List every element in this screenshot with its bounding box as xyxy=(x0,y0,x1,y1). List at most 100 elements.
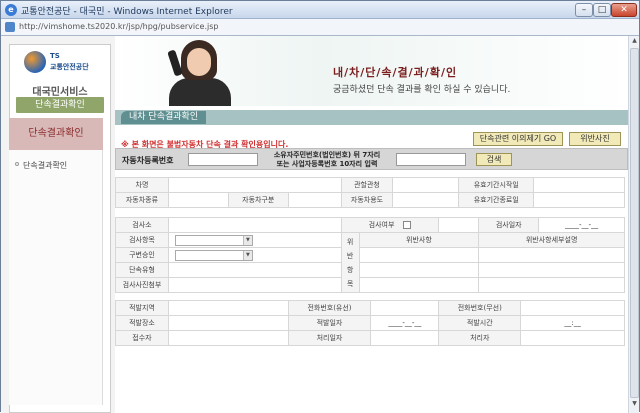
receiver-value xyxy=(167,330,289,346)
submenu-header: 단속결과확인 xyxy=(9,118,103,150)
scroll-thumb[interactable] xyxy=(630,48,639,398)
table-row: 단속유형 xyxy=(115,262,625,278)
service-title: 대국민서비스 xyxy=(32,87,88,98)
title-bar: e 교통안전공단 - 대국민 - Windows Internet Explor… xyxy=(1,1,639,19)
processor-label: 처리자 xyxy=(438,330,522,346)
enforcement-type-value xyxy=(167,262,342,278)
enforce-date-value: ____-__-__ xyxy=(370,315,440,331)
window-title: 교통안전공단 - 대국민 - Windows Internet Explorer xyxy=(21,7,233,17)
table-row: 적발장소 적발일자 ____-__-__ 적발시간 __:__ xyxy=(115,315,625,331)
table-row: 구변승인 ▼ xyxy=(115,247,625,263)
enforcement-type-label: 단속유형 xyxy=(115,262,169,278)
vertical-scrollbar[interactable]: ▲ ▼ xyxy=(628,36,639,413)
office-label: 관할관청 xyxy=(340,177,394,193)
url-text[interactable]: http://vimshome.ts2020.kr/jsp/hpg/pubser… xyxy=(19,22,218,31)
vehicle-class-value xyxy=(287,192,342,208)
menu-button[interactable]: 단속결과확인 xyxy=(16,97,104,113)
inspection-date-label: 검사일자 xyxy=(478,217,540,233)
scroll-up-icon[interactable]: ▲ xyxy=(630,37,639,47)
logo[interactable]: TS 교통안전공단 xyxy=(24,51,104,79)
vehicle-name-value xyxy=(167,177,342,193)
vehicle-use-value xyxy=(392,192,460,208)
vehicle-use-label: 자동차용도 xyxy=(340,192,394,208)
approval-select[interactable]: ▼ xyxy=(174,249,253,261)
vehicle-class-label: 자동차구분 xyxy=(227,192,289,208)
violation-side-char: 위 xyxy=(346,237,354,246)
inspected-checkbox[interactable] xyxy=(403,221,412,229)
inspection-date-value: ____-__-__ xyxy=(538,217,625,233)
search-button[interactable]: 검색 xyxy=(476,153,512,166)
violation-side-char: 목 xyxy=(346,279,354,288)
logo-ts-text: TS xyxy=(50,52,60,60)
table-row: 적발지역 전화번호(유선) 전화번호(무선) xyxy=(115,300,625,316)
violation-detail-cell xyxy=(478,262,625,278)
scroll-down-icon[interactable]: ▼ xyxy=(630,400,639,410)
photo-attach-value xyxy=(167,277,342,293)
violation-cell xyxy=(358,277,480,293)
valid-start-value xyxy=(533,177,625,193)
violation-detail-column-header: 위반사항세부설명 xyxy=(478,232,625,248)
vehicle-name-label: 차명 xyxy=(115,177,169,193)
owner-id-label-2: 또는 사업자등록번호 10자리 입력 xyxy=(276,160,378,168)
station-label: 검사소 xyxy=(115,217,169,233)
receiver-label: 접수자 xyxy=(115,330,169,346)
address-bar[interactable]: http://vimshome.ts2020.kr/jsp/hpg/pubser… xyxy=(1,19,639,36)
enforce-date-label: 적발일자 xyxy=(287,315,372,331)
inspected-label: 검사여부 xyxy=(368,221,395,229)
empty-cell xyxy=(438,217,480,233)
table-row: 검사소 검사여부 검사일자 ____-__-__ xyxy=(115,217,625,233)
processor-value xyxy=(520,330,625,346)
violation-side-char: 반 xyxy=(346,251,354,260)
table-row: 차명 관할관청 유효기간시작일 xyxy=(115,177,625,193)
photo-attach-label: 검사사진첨부 xyxy=(115,277,169,293)
approval-label: 구변승인 xyxy=(115,247,169,263)
regno-input[interactable] xyxy=(188,153,258,166)
operator-photo xyxy=(165,40,235,106)
process-date-value xyxy=(370,330,440,346)
page-viewport: TS 교통안전공단 대국민서비스 단속결과확인 단속결과확인 단속결과확인 내/… xyxy=(1,36,628,413)
maximize-button[interactable]: □ xyxy=(593,3,611,17)
vehicle-type-label: 자동차종류 xyxy=(115,192,169,208)
violation-cell xyxy=(358,262,480,278)
chevron-down-icon: ▼ xyxy=(242,235,252,245)
violation-side-label: 위 반 항 목 xyxy=(340,232,360,293)
inspected-cell: 검사여부 xyxy=(340,217,440,233)
objection-button[interactable]: 단속관련 이의제기 GO xyxy=(473,132,563,146)
enforce-time-value: __:__ xyxy=(520,315,625,331)
hero-banner: 내/차/단/속/결/과/확/인 궁금하셨던 단속 결과를 확인 하실 수 있습니… xyxy=(115,36,628,106)
owner-id-input[interactable] xyxy=(396,153,466,166)
violation-detail-cell xyxy=(478,247,625,263)
submenu-item[interactable]: 단속결과확인 xyxy=(23,160,67,171)
page-icon xyxy=(5,22,15,32)
violation-detail-cell xyxy=(478,277,625,293)
section-bar: 내차 단속결과확인 xyxy=(115,110,628,125)
valid-end-value xyxy=(533,192,625,208)
violation-photo-button[interactable]: 위반사진 xyxy=(569,132,621,146)
item-label: 검사항목 xyxy=(115,232,169,248)
table-row: 자동차종류 자동차구분 자동차용도 유효기간종료일 xyxy=(115,192,625,208)
phone-mobile-label: 전화번호(무선) xyxy=(438,300,522,316)
enforcement-place-table: 적발지역 전화번호(유선) 전화번호(무선) 적발장소 적발일자 ____-__… xyxy=(115,300,625,346)
phone-wire-value xyxy=(370,300,440,316)
violation-side-char: 항 xyxy=(346,265,354,274)
minimize-button[interactable]: – xyxy=(575,3,593,17)
main-content: 내/차/단/속/결/과/확/인 궁금하셨던 단속 결과를 확인 하실 수 있습니… xyxy=(115,36,628,413)
item-select[interactable]: ▼ xyxy=(174,234,253,246)
valid-start-label: 유효기간시작일 xyxy=(458,177,535,193)
office-value xyxy=(392,177,460,193)
vehicle-type-value xyxy=(167,192,229,208)
close-button[interactable]: ✕ xyxy=(611,3,637,17)
enforce-time-label: 적발시간 xyxy=(438,315,522,331)
table-row: 검사사진첨부 xyxy=(115,277,625,293)
page-title: 내/차/단/속/결/과/확/인 xyxy=(333,66,458,79)
station-value xyxy=(167,217,342,233)
bullet-icon xyxy=(15,162,19,166)
page-subtitle: 궁금하셨던 단속 결과를 확인 하실 수 있습니다. xyxy=(333,85,511,95)
section-title: 내차 단속결과확인 xyxy=(121,111,207,124)
operator-body xyxy=(169,78,231,106)
violation-cell xyxy=(358,247,480,263)
region-value xyxy=(167,300,289,316)
search-bar: 자동차등록번호 소유자주민번호(법인번호) 뒤 7자리 또는 사업자등록번호 1… xyxy=(115,148,628,170)
inspection-table: 검사소 검사여부 검사일자 ____-__-__ 검사항목 ▼ 위 반 항 목 xyxy=(115,217,625,293)
spot-value xyxy=(167,315,289,331)
